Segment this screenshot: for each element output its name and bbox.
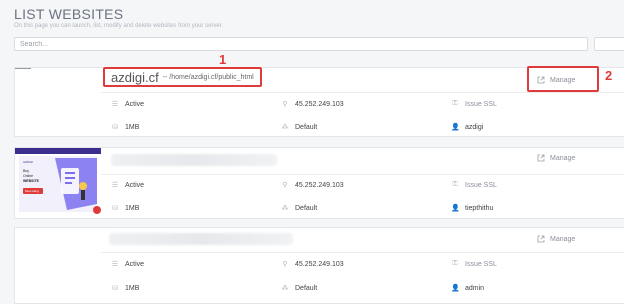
manage-label: Manage <box>550 76 576 84</box>
user-icon: 👤 <box>451 285 460 292</box>
issue-ssl-link[interactable]: ⚿ Issue SSL <box>451 100 497 108</box>
disk-text: 1MB <box>125 284 140 292</box>
disk-cell: ⛁ 1MB <box>111 123 140 132</box>
row-divider <box>101 174 624 175</box>
status-text: Active <box>125 260 145 268</box>
annotation-number-2: 2 <box>605 68 613 83</box>
external-link-icon <box>537 154 545 162</box>
issue-ssl-link[interactable]: ⚿ Issue SSL <box>451 181 497 189</box>
package-cell: ⁂ Default <box>281 123 318 132</box>
disk-cell: ⛁ 1MB <box>111 204 140 213</box>
issue-ssl-label: Issue SSL <box>465 100 497 108</box>
thumbnail-headline-2: Online <box>23 174 33 178</box>
package-cell: ⁂ Default <box>281 204 318 213</box>
owner-cell: 👤 azdigi <box>451 123 484 132</box>
manage-button[interactable]: Manage <box>537 229 575 249</box>
list-icon: ☰ <box>111 261 119 268</box>
status-text: Active <box>125 100 145 108</box>
ip-cell: ⚲ 45.252.249.103 <box>281 100 344 109</box>
row-divider <box>101 92 624 93</box>
list-icon: ☰ <box>111 182 119 189</box>
manage-label: Manage <box>550 235 576 243</box>
external-link-icon <box>537 235 545 243</box>
list-icon: ☰ <box>111 101 119 108</box>
owner-text: admin <box>465 284 485 292</box>
cubes-icon: ⁂ <box>281 124 289 131</box>
page-subtitle: On this page you can launch, list, modif… <box>14 23 224 29</box>
disk-cell: ⛁ 1MB <box>111 284 140 293</box>
cubes-icon: ⁂ <box>281 205 289 212</box>
disk-text: 1MB <box>125 123 140 131</box>
status-cell: ☰ Active <box>111 100 145 109</box>
owner-text: azdigi <box>465 123 484 131</box>
ip-cell: ⚲ 45.252.249.103 <box>281 181 344 190</box>
external-link-icon <box>537 76 545 84</box>
status-text: Active <box>125 181 145 189</box>
ip-text: 45.252.249.103 <box>295 260 344 268</box>
package-text: Default <box>295 204 318 212</box>
redacted-domain <box>111 154 277 166</box>
website-card: Manage ☰ Active ⚲ 45.252.249.103 ⚿ Issue… <box>14 227 624 304</box>
thumbnail-placeholder <box>15 68 31 69</box>
user-icon: 👤 <box>451 124 460 131</box>
secondary-filter-input[interactable] <box>594 37 624 51</box>
map-pin-icon: ⚲ <box>282 182 288 189</box>
lock-icon: ⚿ <box>452 260 458 267</box>
manage-button[interactable]: Manage <box>537 148 575 168</box>
map-pin-icon: ⚲ <box>282 101 288 108</box>
thumbnail-brand: AZDIGI <box>23 160 33 164</box>
package-cell: ⁂ Default <box>281 284 318 293</box>
owner-text: tiepthithu <box>465 204 494 212</box>
package-text: Default <box>295 123 318 131</box>
website-thumbnail: AZDIGI Buy Online WEBSITE Mua Hàng <box>15 148 101 216</box>
ip-cell: ⚲ 45.252.249.103 <box>281 260 344 269</box>
annotation-number-1: 1 <box>219 52 227 67</box>
issue-ssl-label: Issue SSL <box>465 181 497 189</box>
website-card: AZDIGI Buy Online WEBSITE Mua Hàng Manag… <box>14 147 624 219</box>
page-header: LIST WEBSITES On this page you can launc… <box>14 6 223 29</box>
thumbnail-button: Mua Hàng <box>25 189 39 193</box>
disk-text: 1MB <box>125 204 140 212</box>
ip-text: 45.252.249.103 <box>295 181 344 189</box>
status-cell: ☰ Active <box>111 260 145 269</box>
thumbnail-headline-3: WEBSITE <box>23 179 40 183</box>
search-input[interactable] <box>14 37 588 51</box>
redacted-domain <box>109 233 293 245</box>
issue-ssl-link[interactable]: ⚿ Issue SSL <box>451 260 497 268</box>
website-path: -- /home/azdigi.cf/public_html <box>162 73 254 81</box>
lock-icon: ⚿ <box>452 181 458 188</box>
manage-button[interactable]: Manage <box>537 70 575 90</box>
domain-highlight: azdigi.cf -- /home/azdigi.cf/public_html <box>103 67 262 87</box>
hard-drive-icon: ⛁ <box>112 124 118 131</box>
user-icon: 👤 <box>451 205 460 212</box>
cubes-icon: ⁂ <box>281 285 289 292</box>
page-title: LIST WEBSITES <box>14 6 124 22</box>
ip-text: 45.252.249.103 <box>295 100 344 108</box>
row-divider <box>101 252 624 253</box>
owner-cell: 👤 admin <box>451 284 485 293</box>
package-text: Default <box>295 284 318 292</box>
website-card: azdigi.cf -- /home/azdigi.cf/public_html… <box>14 52 624 137</box>
hard-drive-icon: ⛁ <box>112 285 118 292</box>
thumbnail-headline-1: Buy <box>23 169 29 173</box>
map-pin-icon: ⚲ <box>282 261 288 268</box>
issue-ssl-label: Issue SSL <box>465 260 497 268</box>
manage-label: Manage <box>550 154 576 162</box>
hard-drive-icon: ⛁ <box>112 205 118 212</box>
status-cell: ☰ Active <box>111 181 145 190</box>
owner-cell: 👤 tiepthithu <box>451 204 494 213</box>
lock-icon: ⚿ <box>452 100 458 107</box>
website-domain-link[interactable]: azdigi.cf <box>111 70 159 85</box>
